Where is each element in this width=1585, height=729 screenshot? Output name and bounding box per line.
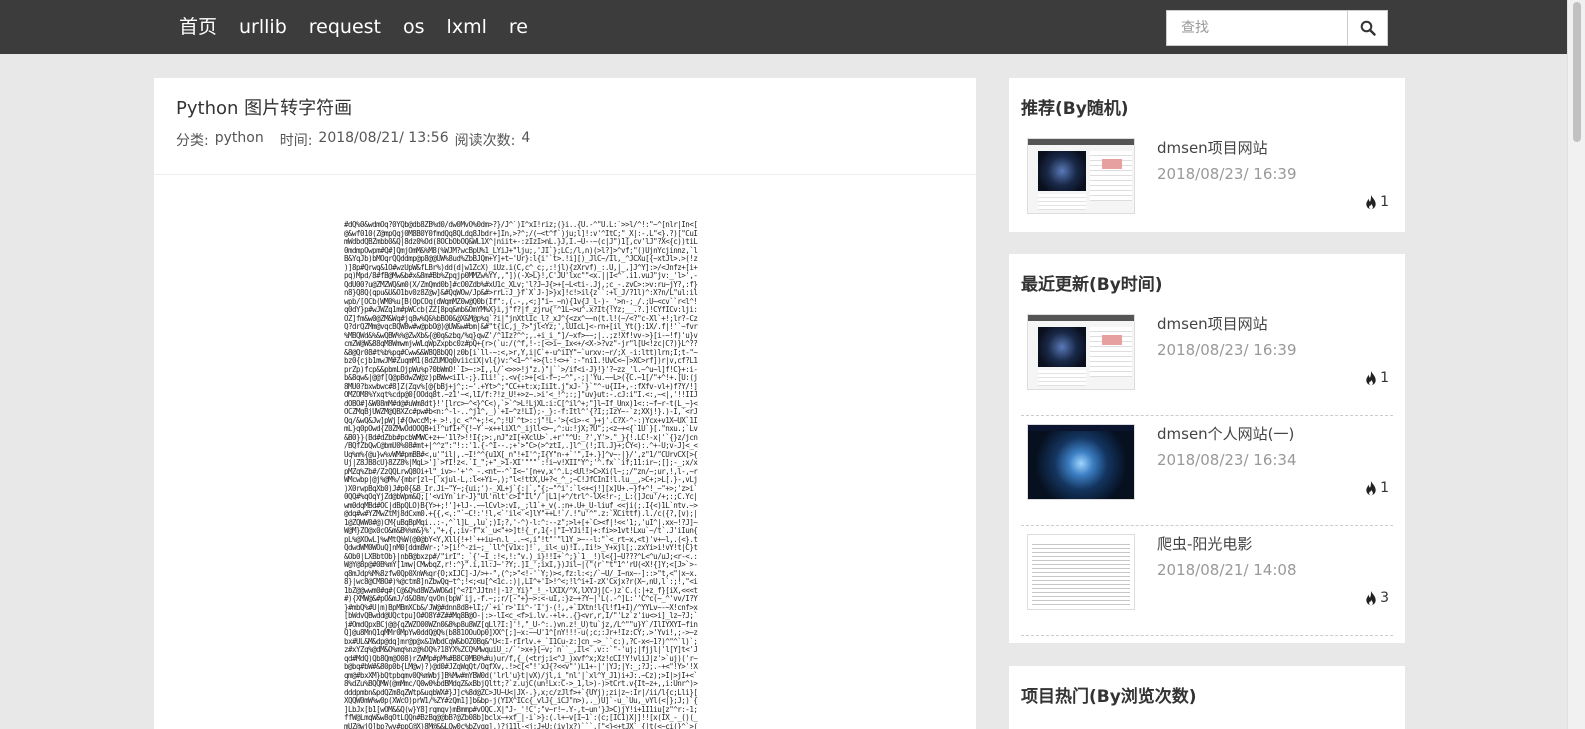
fire-icon [1366,194,1376,209]
item-views: 3 [1364,590,1389,606]
item-date: 2018/08/21/ 14:08 [1157,561,1297,579]
project-thumbnail[interactable] [1027,534,1135,610]
time-value: 2018/08/21/ 13:56 [318,130,449,146]
item-views: 1 [1364,480,1389,496]
search-button[interactable] [1347,10,1388,46]
list-item[interactable]: dmsen项目网站 2018/08/23/ 16:39 1 [1021,130,1393,240]
top-navbar: 首页 urllib request os lxml re [0,0,1567,54]
list-item[interactable]: 爬虫-阳光电影 2018/08/21/ 14:08 3 [1021,526,1393,636]
item-date: 2018/08/23/ 16:39 [1157,341,1297,359]
article-header: Python 图片转字符画 分类: python 时间: 2018/08/21/… [154,78,976,175]
views-label: 阅读次数: [454,133,516,149]
nav-link-home[interactable]: 首页 [168,0,228,54]
hot-card: 项目热门(By浏览次数) [1009,666,1405,729]
nav-links: 首页 urllib request os lxml re [168,0,539,54]
item-date: 2018/08/23/ 16:34 [1157,451,1297,469]
recent-title: 最近更新(By时间) [1021,275,1163,295]
project-thumbnail[interactable] [1027,314,1135,390]
article-card: Python 图片转字符画 分类: python 时间: 2018/08/21/… [154,78,976,729]
page-scrollbar[interactable] [1567,0,1585,729]
project-thumbnail[interactable] [1027,424,1135,500]
nav-link-os[interactable]: os [392,0,436,54]
item-views: 1 [1364,370,1389,386]
fire-icon [1366,370,1376,385]
time-label: 时间: [279,133,313,149]
nav-link-lxml[interactable]: lxml [436,0,498,54]
nav-link-request[interactable]: request [298,0,392,54]
item-title[interactable]: dmsen项目网站 [1157,313,1268,334]
project-thumbnail[interactable] [1027,138,1135,214]
item-title[interactable]: 爬虫-阳光电影 [1157,533,1252,554]
nav-link-re[interactable]: re [498,0,539,54]
article-meta: 分类: python 时间: 2018/08/21/ 13:56 阅读次数: 4 [176,130,954,150]
recommend-title: 推荐(By随机) [1021,99,1129,119]
hot-title: 项目热门(By浏览次数) [1021,687,1197,707]
fire-icon [1366,480,1376,495]
item-title[interactable]: dmsen项目网站 [1157,137,1268,158]
item-date: 2018/08/23/ 16:39 [1157,165,1297,183]
recommend-card: 推荐(By随机) dmsen项目网站 2018/08/23/ 16:39 1 [1009,78,1405,232]
category-link[interactable]: python [215,130,264,150]
list-item[interactable]: dmsen个人网站(一) 2018/08/23/ 16:34 1 [1021,416,1393,526]
item-title[interactable]: dmsen个人网站(一) [1157,423,1294,444]
article-title: Python 图片转字符画 [176,98,353,119]
search-form [1166,10,1388,46]
views-value: 4 [521,130,531,146]
search-input[interactable] [1166,10,1347,46]
item-views: 1 [1364,194,1389,210]
ascii-art-image: #dQ%0&wdmOq?0YQb@db8ZB%d0/dw0MvO%0dm>?}/… [344,221,779,729]
nav-link-urllib[interactable]: urllib [228,0,298,54]
list-item[interactable]: dmsen项目网站 2018/08/23/ 16:39 1 [1021,306,1393,416]
search-icon [1360,20,1376,36]
ascii-art-text: #dQ%0&wdmOq?0YQb@db8ZB%d0/dw0MvO%0dm>?}/… [344,221,698,729]
category-label: 分类: [176,133,209,149]
recent-card: 最近更新(By时间) dmsen项目网站 2018/08/23/ 16:39 1… [1009,254,1405,643]
scrollbar-thumb[interactable] [1573,2,1581,142]
fire-icon [1366,590,1376,605]
